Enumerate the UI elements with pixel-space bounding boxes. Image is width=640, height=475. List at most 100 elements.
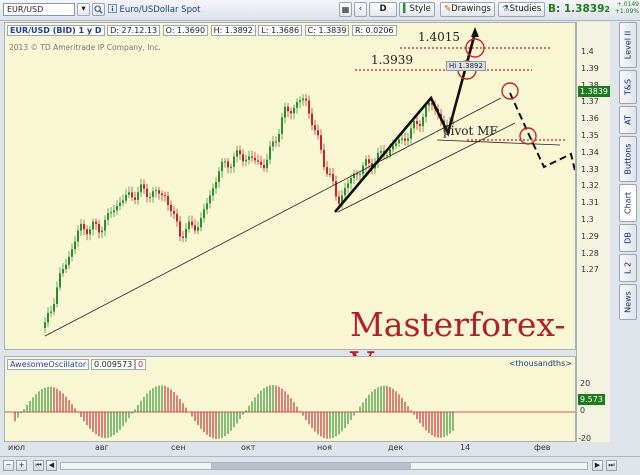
candle-body (62, 269, 64, 274)
current-price-tag: 1.3839 (578, 86, 610, 97)
x-label: ноя (317, 443, 332, 452)
candle-body (395, 143, 397, 146)
candle-body (158, 190, 160, 194)
tab-label: AT (623, 115, 633, 125)
style-label: Style (409, 4, 431, 14)
x-label: сен (171, 443, 186, 452)
scroll-start-button[interactable]: ⏮ (33, 460, 44, 471)
trendline-major[interactable] (44, 97, 502, 337)
oscillator-panel[interactable]: AwesomeOscillator 0.009573 0 <thousandth… (4, 356, 576, 442)
zoom-out-button[interactable]: − (3, 460, 14, 471)
tab-time-and-sales[interactable]: T&S (619, 70, 637, 104)
hi-tag: Hi 1.3892 (446, 61, 486, 71)
candle-body (203, 209, 205, 219)
candle-body (128, 192, 130, 195)
symbol-input[interactable]: EUR/USD (3, 3, 75, 16)
link-button[interactable]: ▦ (339, 2, 352, 17)
target-circle-pivot[interactable] (519, 127, 537, 145)
tab-level-ii[interactable]: Level II (619, 22, 637, 68)
price-tick-label: 1.37 (581, 97, 599, 107)
tab-at[interactable]: AT (619, 106, 637, 134)
tab-l2[interactable]: L 2 (619, 254, 637, 282)
candle-body (71, 249, 73, 257)
candle-body (152, 191, 154, 197)
candle-body (299, 100, 301, 103)
candle-body (134, 197, 136, 200)
chevron-down-icon: ▾ (81, 4, 86, 14)
candle-body (74, 241, 76, 250)
tab-buttons[interactable]: Buttons (619, 136, 637, 182)
tab-news[interactable]: News (619, 284, 637, 320)
time-scrollbar-track[interactable] (60, 462, 588, 470)
oscillator-current-value: 9.573 (580, 395, 603, 404)
tab-db[interactable]: DB (619, 224, 637, 252)
time-axis[interactable]: июл авг сен окт ноя дек 14 фев (4, 442, 576, 454)
price-tick-label: 1.34 (581, 147, 599, 157)
projection-path-dashed[interactable] (509, 92, 575, 208)
candle-body (323, 149, 325, 168)
candle-body (167, 195, 169, 205)
period-selector[interactable]: D (369, 2, 397, 17)
candle-body (200, 218, 202, 228)
symbol-lookup-button[interactable] (92, 3, 105, 16)
candle-body (185, 228, 187, 238)
candle-body (122, 200, 124, 203)
price-tick-label: 1.3 (581, 215, 594, 224)
candle-body (116, 205, 118, 211)
candle-body (227, 161, 229, 168)
candle-body (125, 194, 127, 201)
candle-body (83, 223, 85, 230)
candle-body (176, 213, 178, 222)
candle-body (146, 188, 148, 198)
candle-body (209, 195, 211, 204)
candle-body (410, 128, 412, 139)
candle-body (425, 105, 427, 117)
style-button[interactable]: ▍Style (399, 2, 435, 17)
candle-body (278, 133, 280, 142)
candle-body (113, 210, 115, 213)
candle-body (155, 190, 157, 192)
price-tick-label: 1.32 (581, 181, 599, 191)
candle-body (92, 221, 94, 230)
candle-body (422, 116, 424, 126)
candle-body (302, 98, 304, 101)
scroll-end-button[interactable]: ⏭ (606, 460, 617, 471)
studies-label: Studies (509, 4, 542, 14)
candle-body (296, 102, 298, 108)
candle-body (89, 229, 91, 235)
candle-body (305, 98, 307, 101)
candle-body (65, 264, 67, 270)
tab-chart[interactable]: Chart (619, 184, 637, 222)
candle-body (44, 322, 46, 328)
target-circle-top[interactable] (501, 82, 519, 100)
label-level-high: 1.4015 (418, 30, 460, 44)
candle-body (260, 161, 262, 165)
symbol-dropdown-button[interactable]: ▾ (77, 3, 90, 16)
candle-body (56, 287, 58, 305)
bid-quote: B: 1.38392 (548, 3, 610, 15)
drawings-button[interactable]: ✎Drawings (440, 2, 495, 17)
price-chart-panel[interactable]: EUR/USD (BID) 1 y D D: 27.12.13 O: 1.369… (4, 22, 576, 383)
prev-button[interactable]: ‹ (354, 2, 367, 17)
candle-body (242, 154, 244, 162)
candle-body (104, 219, 106, 231)
x-label: фев (534, 443, 551, 452)
price-tick-label: 1.29 (581, 231, 599, 241)
scroll-right-button[interactable]: ▶ (592, 460, 603, 471)
candle-body (347, 183, 349, 188)
minus-icon: − (5, 461, 12, 469)
scroll-left-button[interactable]: ◀ (46, 460, 57, 471)
tab-label: Chart (623, 192, 633, 214)
trendline-pivot[interactable] (436, 139, 561, 146)
info-icon (108, 4, 117, 13)
candle-body (281, 117, 283, 134)
tab-label: L 2 (623, 261, 633, 275)
studies-button[interactable]: ⚗Studies (498, 2, 546, 17)
candle-body (59, 273, 61, 288)
zoom-in-button[interactable]: + (16, 460, 27, 471)
candle-body (284, 106, 286, 118)
candle-body (137, 192, 139, 200)
x-label: дек (388, 443, 404, 452)
candle-body (221, 161, 223, 172)
time-scrollbar-thumb[interactable] (211, 463, 411, 469)
